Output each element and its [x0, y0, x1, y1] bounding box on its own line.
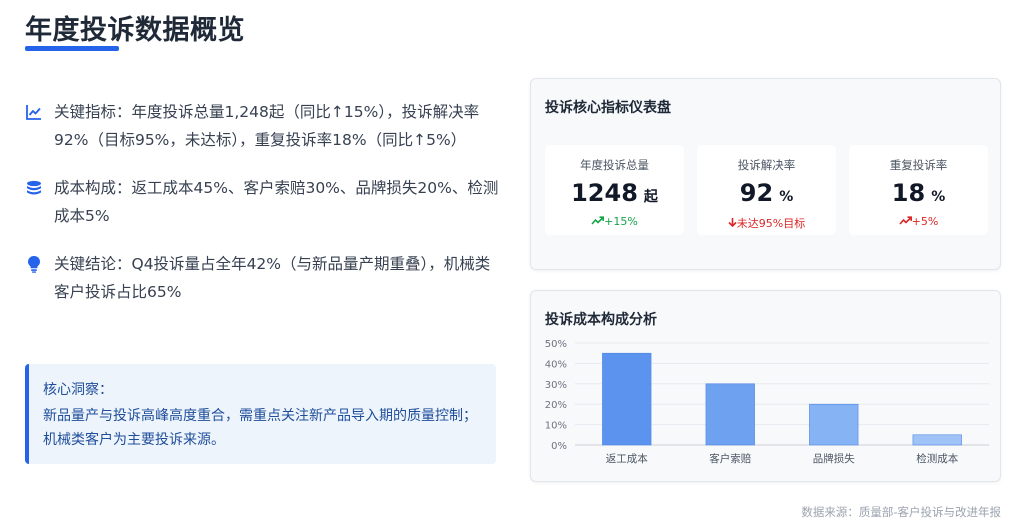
trend-up-icon	[899, 216, 912, 225]
metric-trend-text: +15%	[604, 215, 638, 228]
line-chart-icon	[24, 102, 44, 122]
metric-value: 92%	[697, 179, 836, 211]
insight-title: 核心洞察：	[43, 382, 113, 398]
key-point-conclusion: 关键结论：Q4投诉量占全年42%（与新品量产期重叠），机械类客户投诉占比65%	[24, 250, 499, 306]
cost-chart-card: 投诉成本构成分析 0% 10% 20% 30% 40% 50% 返工成本 客户索赔 品牌损失 检测…	[530, 290, 1001, 482]
metric-trend: +5%	[849, 215, 988, 228]
metric-value: 18%	[849, 179, 988, 211]
metric-trend-text: +5%	[911, 215, 939, 228]
x-tick-label: 客户索赔	[709, 452, 751, 465]
dashboard-title: 投诉核心指标仪表盘	[545, 100, 671, 116]
cost-bar-chart: 0% 10% 20% 30% 40% 50% 返工成本 客户索赔 品牌损失 检测成本	[545, 339, 989, 465]
key-point-text: 成本构成：返工成本45%、客户索赔30%、品牌损失20%、检测成本5%	[54, 179, 499, 225]
key-point-costs: 成本构成：返工成本45%、客户索赔30%、品牌损失20%、检测成本5%	[24, 174, 499, 230]
arrow-down-icon	[728, 218, 737, 228]
metric-trend: 未达95%目标	[697, 215, 836, 231]
metric-number: 18	[891, 179, 926, 207]
y-tick-label: 50%	[545, 339, 567, 350]
bar-检测成本	[912, 434, 962, 446]
metric-value: 1248 起	[545, 179, 684, 211]
metric-number: 92	[739, 179, 774, 207]
metric-label: 投诉解决率	[737, 158, 796, 172]
metric-unit: %	[779, 189, 794, 205]
kpi-dashboard-card: 投诉核心指标仪表盘 年度投诉总量 1248 起 +15% 投诉解决率 92% 未达…	[530, 78, 1001, 270]
key-point-text: 关键结论：Q4投诉量占全年42%（与新品量产期重叠），机械类客户投诉占比65%	[54, 255, 491, 301]
coins-icon	[24, 178, 44, 198]
data-source-note: 数据来源：质量部-客户投诉与改进年报	[801, 505, 1001, 519]
metric-number: 1248	[571, 179, 638, 207]
y-tick-label: 10%	[545, 421, 567, 432]
metric-card-repeat: 重复投诉率 18% +5%	[849, 145, 988, 235]
metric-unit: %	[931, 189, 946, 205]
x-tick-label: 检测成本	[916, 452, 958, 465]
bar-客户索赔	[705, 383, 755, 446]
metric-card-total: 年度投诉总量 1248 起 +15%	[545, 145, 684, 235]
bar-返工成本	[602, 352, 652, 446]
y-tick-label: 30%	[545, 380, 567, 391]
y-tick-label: 20%	[545, 400, 567, 411]
insight-box: 核心洞察： 新品量产与投诉高峰高度重合，需重点关注新产品导入期的质量控制；机械类…	[25, 364, 496, 464]
metric-trend: +15%	[545, 215, 684, 228]
y-tick-label: 0%	[551, 441, 567, 452]
key-points-list: 关键指标：年度投诉总量1,248起（同比↑15%），投诉解决率92%（目标95%…	[24, 98, 499, 326]
key-point-text: 关键指标：年度投诉总量1,248起（同比↑15%），投诉解决率92%（目标95%…	[54, 103, 480, 149]
page-title: 年度投诉数据概览	[25, 15, 245, 46]
metric-label: 年度投诉总量	[580, 158, 649, 172]
trend-up-icon	[591, 216, 605, 225]
y-tick-label: 40%	[545, 359, 567, 370]
x-tick-label: 返工成本	[606, 452, 648, 465]
key-point-metrics: 关键指标：年度投诉总量1,248起（同比↑15%），投诉解决率92%（目标95%…	[24, 98, 499, 154]
metric-card-resolution: 投诉解决率 92% 未达95%目标	[697, 145, 836, 235]
lightbulb-icon	[24, 254, 44, 274]
bar-品牌损失	[809, 403, 859, 446]
insight-body: 新品量产与投诉高峰高度重合，需重点关注新产品导入期的质量控制；机械类客户为主要投…	[43, 408, 477, 448]
x-tick-label: 品牌损失	[813, 452, 855, 465]
metric-trend-text: 未达95%目标	[736, 217, 806, 230]
metric-label: 重复投诉率	[889, 158, 948, 172]
title-underline	[25, 46, 119, 51]
metric-unit: 起	[643, 189, 658, 205]
